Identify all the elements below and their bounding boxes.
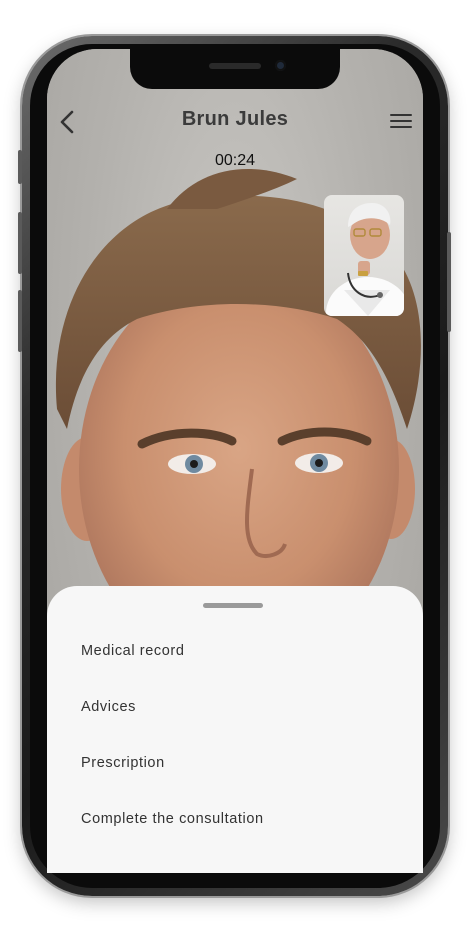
consultation-actions-sheet: Medical record Advices Prescription Comp… xyxy=(47,586,423,873)
doctor-image xyxy=(326,203,404,316)
prescription-option[interactable]: Prescription xyxy=(81,755,165,771)
speaker-grille xyxy=(209,63,261,69)
medical-record-option[interactable]: Medical record xyxy=(81,643,185,659)
hamburger-menu-icon[interactable] xyxy=(389,111,413,131)
call-header: Brun Jules xyxy=(47,95,423,147)
self-video-thumbnail[interactable] xyxy=(324,195,404,316)
mute-switch xyxy=(18,150,22,184)
page-title: Brun Jules xyxy=(181,108,289,130)
advices-option[interactable]: Advices xyxy=(81,699,136,715)
volume-down-button xyxy=(18,290,22,352)
call-timer: 00:24 xyxy=(214,152,256,169)
sheet-drag-handle[interactable] xyxy=(203,603,263,608)
front-camera xyxy=(275,60,286,71)
volume-up-button xyxy=(18,212,22,274)
power-button xyxy=(447,232,451,332)
complete-consultation-option[interactable]: Complete the consultation xyxy=(81,811,264,827)
notch xyxy=(130,49,340,89)
